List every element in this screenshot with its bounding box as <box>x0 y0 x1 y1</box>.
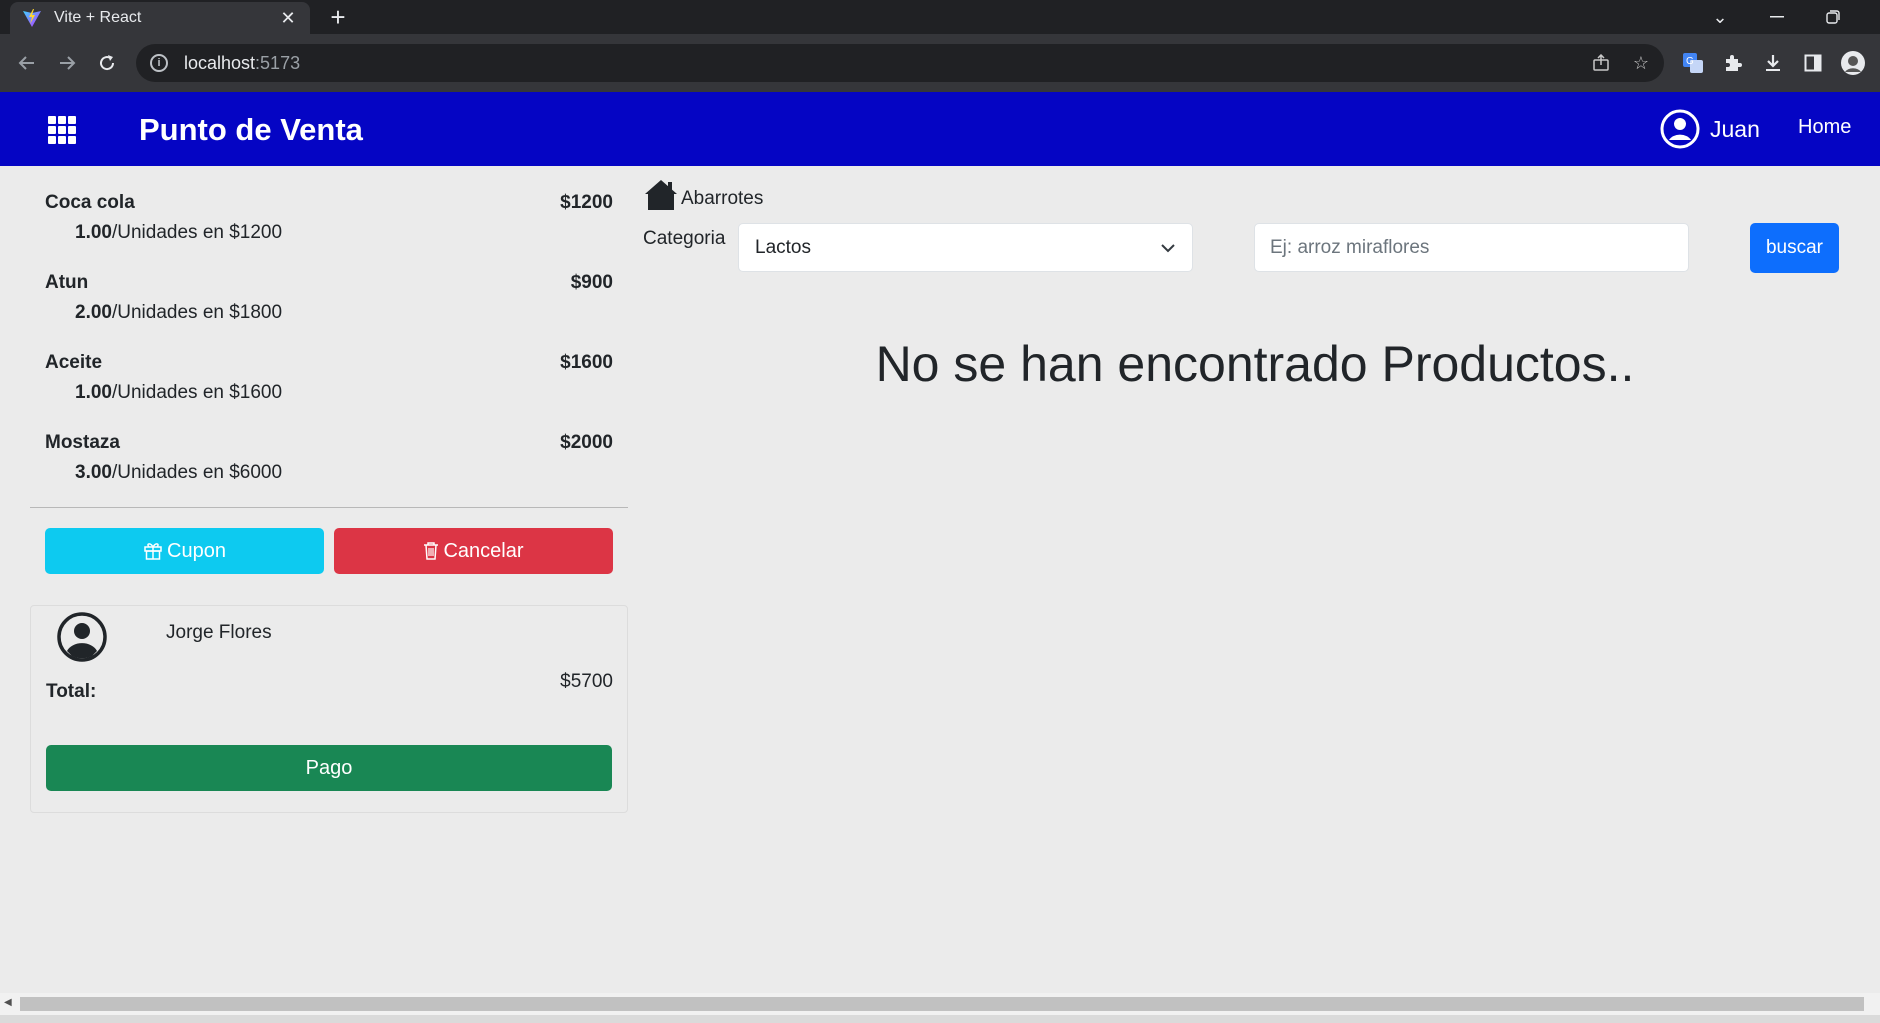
side-panel-icon[interactable] <box>1796 46 1830 80</box>
brand-title[interactable]: Punto de Venta <box>139 112 363 148</box>
cart-item-detail: 1.00/Unidades en $1600 <box>75 382 282 404</box>
tab-search-icon[interactable]: ⌄ <box>1700 0 1740 34</box>
total-label: Total: <box>46 681 97 702</box>
forward-icon[interactable] <box>50 46 84 80</box>
scroll-left-icon[interactable]: ◀ <box>4 997 12 1008</box>
cart-item-detail: 1.00/Unidades en $1200 <box>75 222 282 244</box>
pay-label: Pago <box>305 756 353 779</box>
breadcrumb-label: Abarrotes <box>681 188 764 209</box>
cart-item[interactable]: Mostaza $2000 3.00/Unidades en $6000 <box>30 406 628 486</box>
restore-icon[interactable] <box>1813 0 1853 34</box>
tab-close-icon[interactable]: ✕ <box>278 8 298 29</box>
cart-item-price: $2000 <box>560 432 613 453</box>
site-info-icon[interactable]: i <box>150 54 168 72</box>
client-card: Jorge Flores Total: $5700 Pago <box>30 605 628 813</box>
cart-item-subtotal: /Unidades en $1200 <box>111 222 283 243</box>
home-icon <box>645 180 677 210</box>
bookmark-star-icon[interactable]: ☆ <box>1630 52 1652 74</box>
cart-item-detail: 3.00/Unidades en $6000 <box>75 462 282 484</box>
bottom-edge <box>0 1015 1880 1023</box>
category-selected-value: Lactos <box>755 236 811 258</box>
cart-item-qty: 2.00 <box>75 302 112 323</box>
new-tab-button[interactable]: + <box>324 3 352 31</box>
cart-item-subtotal: /Unidades en $1600 <box>111 382 283 403</box>
cart-item-name: Atun <box>45 272 89 293</box>
cart-item-qty: 3.00 <box>75 462 112 483</box>
browser-tabbar: Vite + React ✕ + ⌄ <box>0 0 1880 34</box>
cart-item-name: Aceite <box>45 352 103 373</box>
search-input[interactable] <box>1254 223 1689 272</box>
cart-divider <box>30 507 628 508</box>
minimize-icon[interactable] <box>1757 0 1797 34</box>
cart-item-name: Mostaza <box>45 432 120 453</box>
app-navbar: Punto de Venta Juan Home <box>0 92 1880 166</box>
cart-item-name: Coca cola <box>45 192 135 213</box>
gift-icon <box>144 543 162 560</box>
home-link[interactable]: Home <box>1798 116 1851 139</box>
cart-item[interactable]: Atun $900 2.00/Unidades en $1800 <box>30 246 628 326</box>
profile-avatar-icon[interactable] <box>1836 46 1870 80</box>
total-value: $5700 <box>560 671 613 692</box>
cart-item-subtotal: /Unidades en $1800 <box>111 302 283 323</box>
reload-icon[interactable] <box>90 46 124 80</box>
svg-text:G: G <box>1686 56 1694 67</box>
cart-item-detail: 2.00/Unidades en $1800 <box>75 302 282 324</box>
chevron-down-icon <box>1161 243 1175 252</box>
user-menu[interactable]: Juan <box>1660 109 1760 149</box>
url-port: :5173 <box>255 52 301 73</box>
cupon-label: Cupon <box>167 539 226 562</box>
client-avatar-icon <box>57 612 107 662</box>
tab-title: Vite + React <box>54 9 142 26</box>
cart-item-qty: 1.00 <box>75 222 112 243</box>
apps-grid-icon[interactable] <box>48 116 76 144</box>
cart-panel: Coca cola $1200 1.00/Unidades en $1200 A… <box>30 166 628 813</box>
cancel-label: Cancelar <box>443 539 524 562</box>
user-name: Juan <box>1710 115 1760 142</box>
cancel-button[interactable]: Cancelar <box>334 528 613 574</box>
category-label: Categoria <box>643 228 726 249</box>
cart-item-price: $900 <box>570 272 613 293</box>
client-name: Jorge Flores <box>166 622 272 643</box>
cart-item-price: $1600 <box>560 352 613 373</box>
category-select[interactable]: Lactos <box>738 223 1193 272</box>
empty-results-message: No se han encontrado Productos.. <box>875 336 1635 392</box>
cart-item-subtotal: /Unidades en $6000 <box>111 462 283 483</box>
back-icon[interactable] <box>10 46 44 80</box>
user-circle-icon <box>1660 109 1700 149</box>
search-button[interactable]: buscar <box>1750 223 1839 273</box>
share-icon[interactable] <box>1590 52 1612 74</box>
translate-icon[interactable]: G <box>1676 46 1710 80</box>
cart-item-price: $1200 <box>560 192 613 213</box>
address-bar[interactable]: i localhost:5173 ☆ <box>136 44 1664 82</box>
cart-item[interactable]: Coca cola $1200 1.00/Unidades en $1200 <box>30 166 628 246</box>
breadcrumb[interactable]: Abarrotes <box>643 178 763 212</box>
vite-logo-icon <box>23 9 41 27</box>
extensions-icon[interactable] <box>1716 46 1750 80</box>
trash-icon <box>424 542 439 560</box>
url-host: localhost <box>184 52 256 73</box>
cupon-button[interactable]: Cupon <box>45 528 324 574</box>
browser-toolbar: i localhost:5173 ☆ G <box>0 34 1880 92</box>
pay-button[interactable]: Pago <box>46 745 612 791</box>
cart-item[interactable]: Aceite $1600 1.00/Unidades en $1600 <box>30 326 628 406</box>
horizontal-scrollbar[interactable]: ◀ <box>0 993 1880 1015</box>
scrollbar-thumb[interactable] <box>20 997 1864 1011</box>
cart-item-qty: 1.00 <box>75 382 112 403</box>
browser-tab[interactable]: Vite + React ✕ <box>10 2 310 34</box>
download-icon[interactable] <box>1756 46 1790 80</box>
